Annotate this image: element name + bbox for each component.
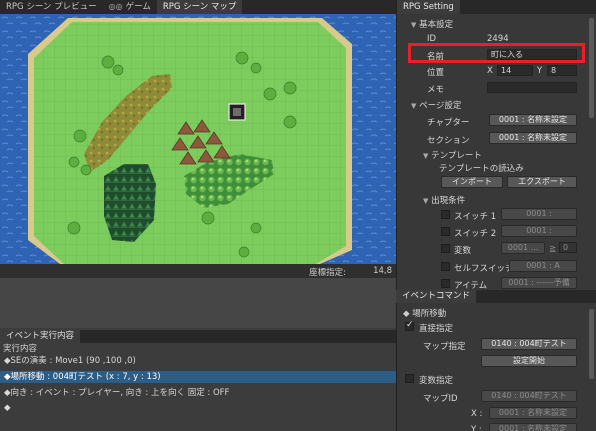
switch1-select[interactable]: 0001 : — [501, 208, 577, 220]
start-setting-button[interactable]: 設定開始 — [481, 355, 577, 367]
command-title: ◆ 場所移動 — [403, 309, 447, 319]
export-button[interactable]: エクスポート — [507, 176, 577, 188]
switch1-label: スイッチ 1 — [454, 212, 497, 222]
section-select[interactable]: 0001 : 名称未設定 — [489, 132, 577, 144]
inspector-tabbar: RPG Setting — [397, 0, 596, 14]
self-switch-select[interactable]: 0001 : A — [509, 260, 577, 272]
position-label: 位置 — [427, 68, 445, 78]
section-basic[interactable]: ▼ 基本設定 — [411, 18, 453, 30]
command-row-empty[interactable]: ◆ — [0, 402, 396, 414]
section-template[interactable]: ▼ テンプレート — [423, 149, 482, 161]
pos-x-label: X — [487, 66, 493, 76]
item-checkbox[interactable] — [441, 279, 450, 288]
tab-game[interactable]: ◎◎ ゲーム — [103, 0, 157, 14]
variable-operator: ≧ — [549, 244, 557, 254]
pos-y-field[interactable]: 8 — [547, 65, 577, 76]
map-id-select[interactable]: 0140 : 004町テスト — [481, 390, 577, 402]
template-load-label: テンプレートの読込み — [439, 164, 524, 174]
pos-x-field[interactable]: 14 — [497, 65, 533, 76]
coord-label: 座標指定: — [309, 268, 346, 278]
scene-bottom-area — [0, 278, 396, 328]
name-highlight-box — [408, 43, 585, 63]
switch2-select[interactable]: 0001 : — [501, 225, 577, 237]
event-exec-header: 実行内容 — [3, 344, 38, 354]
command-row[interactable]: ◆向き : イベント : プレイヤー, 向き : 上を向く 固定 : OFF — [0, 387, 396, 399]
event-command-scrollbar[interactable] — [589, 309, 594, 379]
variable-label: 変数 — [454, 246, 472, 256]
item-select[interactable]: 0001 : ------予備 — [501, 277, 577, 289]
switch1-checkbox[interactable] — [441, 210, 450, 219]
tab-scene-map[interactable]: RPG シーン マップ — [156, 0, 243, 14]
y-select[interactable]: 0001 : 名称未設定 — [489, 423, 577, 431]
var-spec-checkbox[interactable] — [405, 374, 414, 383]
direct-checkbox[interactable] — [405, 320, 414, 331]
memo-label: メモ — [427, 85, 445, 95]
x-select[interactable]: 0001 : 名称未設定 — [489, 407, 577, 419]
map-spec-label: マップ指定 — [423, 342, 466, 352]
pos-y-label: Y — [537, 66, 543, 76]
section-page[interactable]: ▼ ページ設定 — [411, 99, 461, 111]
inspector-scrollbar[interactable] — [589, 18, 594, 118]
chapter-label: チャプター — [427, 118, 470, 128]
self-switch-checkbox[interactable] — [441, 262, 450, 271]
memo-field[interactable] — [487, 82, 577, 93]
tab-scene-preview[interactable]: RPG シーン プレビュー — [0, 0, 103, 14]
gamepad-icon: ◎◎ — [108, 2, 123, 11]
event-command-panel: ◆ 場所移動 直接指定 マップ指定 0140 : 004町テスト 設定開始 変数… — [396, 303, 596, 431]
diamond-icon: ◆ — [403, 309, 410, 319]
switch2-checkbox[interactable] — [441, 227, 450, 236]
event-command-tabbar: イベントコマンド — [396, 290, 596, 303]
coord-value: 14,8 — [373, 266, 392, 276]
section-conditions[interactable]: ▼ 出現条件 — [423, 194, 465, 206]
import-button[interactable]: インポート — [441, 176, 503, 188]
map-spec-select[interactable]: 0140 : 004町テスト — [481, 338, 577, 350]
map-id-label: マップID — [423, 394, 458, 404]
map-canvas[interactable] — [0, 14, 396, 264]
x-label: X : — [471, 409, 483, 419]
variable-select[interactable]: 0001 ... — [501, 242, 545, 254]
command-row[interactable]: ◆SEの演奏 : Move1 (90 ,100 ,0) — [0, 355, 396, 367]
map-viewport[interactable] — [0, 14, 396, 264]
map-status-bar: 座標指定: 14,8 — [0, 264, 396, 278]
section-label: セクション — [427, 136, 470, 146]
var-spec-label: 変数指定 — [419, 376, 454, 386]
switch2-label: スイッチ 2 — [454, 229, 497, 239]
y-label: Y : — [471, 425, 482, 431]
command-row-selected[interactable]: ◆場所移動 : 004町テスト (x : 7, y : 13) — [0, 371, 396, 383]
scene-tabbar: RPG シーン プレビュー ◎◎ ゲーム RPG シーン マップ — [0, 0, 396, 14]
chapter-select[interactable]: 0001 : 名称未設定 — [489, 114, 577, 126]
tab-rpg-setting[interactable]: RPG Setting — [397, 0, 460, 14]
variable-checkbox[interactable] — [441, 244, 450, 253]
direct-label: 直接指定 — [419, 324, 454, 334]
self-switch-label: セルフスイッチ — [454, 264, 514, 274]
event-exec-tabbar: イベント実行内容 — [0, 330, 396, 343]
tab-event-command[interactable]: イベントコマンド — [396, 290, 477, 303]
tab-event-exec[interactable]: イベント実行内容 — [0, 330, 81, 343]
variable-value-field[interactable]: 0 — [559, 242, 577, 253]
